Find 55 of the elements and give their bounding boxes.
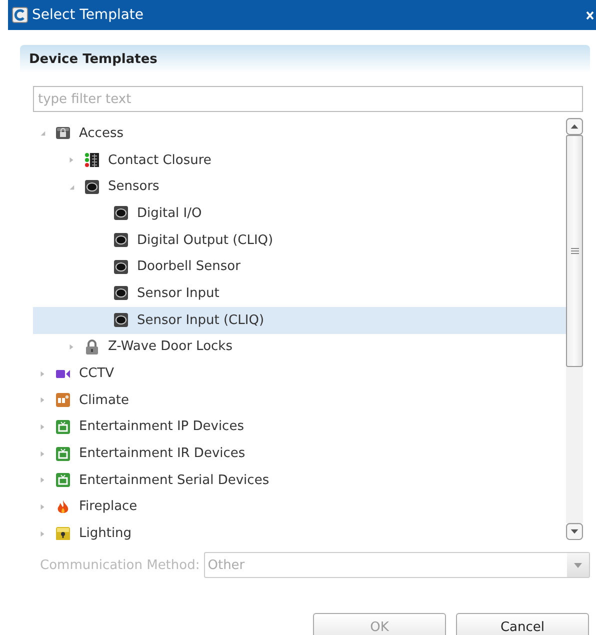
sensor-icon bbox=[113, 258, 129, 275]
tree-item[interactable]: Sensor Input bbox=[33, 280, 566, 307]
expand-icon[interactable] bbox=[68, 156, 75, 164]
collapse-icon[interactable] bbox=[68, 182, 75, 191]
tree-item[interactable]: Sensors bbox=[33, 173, 566, 200]
filter-field[interactable]: type filter text bbox=[33, 86, 583, 112]
keypad-icon bbox=[84, 152, 100, 168]
flame-icon bbox=[55, 498, 71, 515]
sensor-icon bbox=[113, 232, 129, 248]
expand-icon[interactable] bbox=[39, 450, 46, 458]
padlock-icon bbox=[84, 338, 100, 355]
tree-item[interactable]: Lighting bbox=[33, 520, 566, 540]
sensor-icon bbox=[113, 312, 129, 328]
tree-item[interactable]: CCTV bbox=[33, 360, 566, 387]
collapse-icon[interactable] bbox=[39, 129, 46, 138]
thermostat-icon bbox=[55, 392, 71, 408]
tree-item[interactable]: Z-Wave Door Locks bbox=[33, 334, 566, 360]
scroll-thumb[interactable] bbox=[566, 135, 583, 367]
tv-icon bbox=[55, 446, 71, 462]
sensor-icon bbox=[113, 285, 129, 302]
tree-item[interactable]: Doorbell Sensor bbox=[33, 253, 566, 280]
expand-icon[interactable] bbox=[39, 476, 46, 484]
scroll-up-icon[interactable] bbox=[566, 118, 583, 135]
lock-icon bbox=[55, 125, 71, 142]
expand-icon[interactable] bbox=[39, 530, 46, 538]
window-title: Select Template bbox=[32, 7, 145, 23]
scrollbar[interactable] bbox=[566, 118, 583, 540]
tv-icon bbox=[55, 472, 71, 488]
expand-icon[interactable] bbox=[39, 370, 46, 378]
tree-item[interactable]: Entertainment Serial Devices bbox=[33, 466, 566, 494]
close-icon[interactable] bbox=[586, 10, 594, 20]
communication-method-label: Communication Method: bbox=[40, 558, 200, 572]
expand-icon[interactable] bbox=[39, 502, 46, 511]
tree-item[interactable]: Contact Closure bbox=[33, 146, 566, 174]
tree-item[interactable]: Digital Output (CLIQ) bbox=[33, 226, 566, 254]
caret-icon bbox=[574, 562, 582, 568]
expand-icon[interactable] bbox=[39, 396, 46, 404]
tree-item[interactable]: Entertainment IP Devices bbox=[33, 414, 566, 440]
tree-item[interactable]: Sensor Input (CLIQ) bbox=[33, 306, 566, 334]
expand-icon[interactable] bbox=[39, 422, 46, 431]
dialog-button[interactable]: Cancel bbox=[456, 613, 589, 635]
grip-icon bbox=[570, 247, 578, 255]
tree-item[interactable]: Entertainment IR Devices bbox=[33, 440, 566, 467]
tree-item[interactable]: Access bbox=[33, 120, 566, 147]
sensor-icon bbox=[84, 178, 100, 195]
sensor-icon bbox=[113, 205, 129, 222]
bulb-icon bbox=[55, 526, 71, 540]
expand-icon[interactable] bbox=[68, 342, 75, 351]
scroll-down-icon[interactable] bbox=[566, 523, 583, 540]
tree-item[interactable]: Digital I/O bbox=[33, 200, 566, 227]
app-logo-icon bbox=[12, 7, 28, 23]
tv-icon bbox=[55, 418, 71, 435]
panel-title: Device Templates bbox=[29, 52, 158, 66]
tree-item[interactable]: Climate bbox=[33, 386, 566, 414]
tree-item[interactable]: Fireplace bbox=[33, 494, 566, 520]
